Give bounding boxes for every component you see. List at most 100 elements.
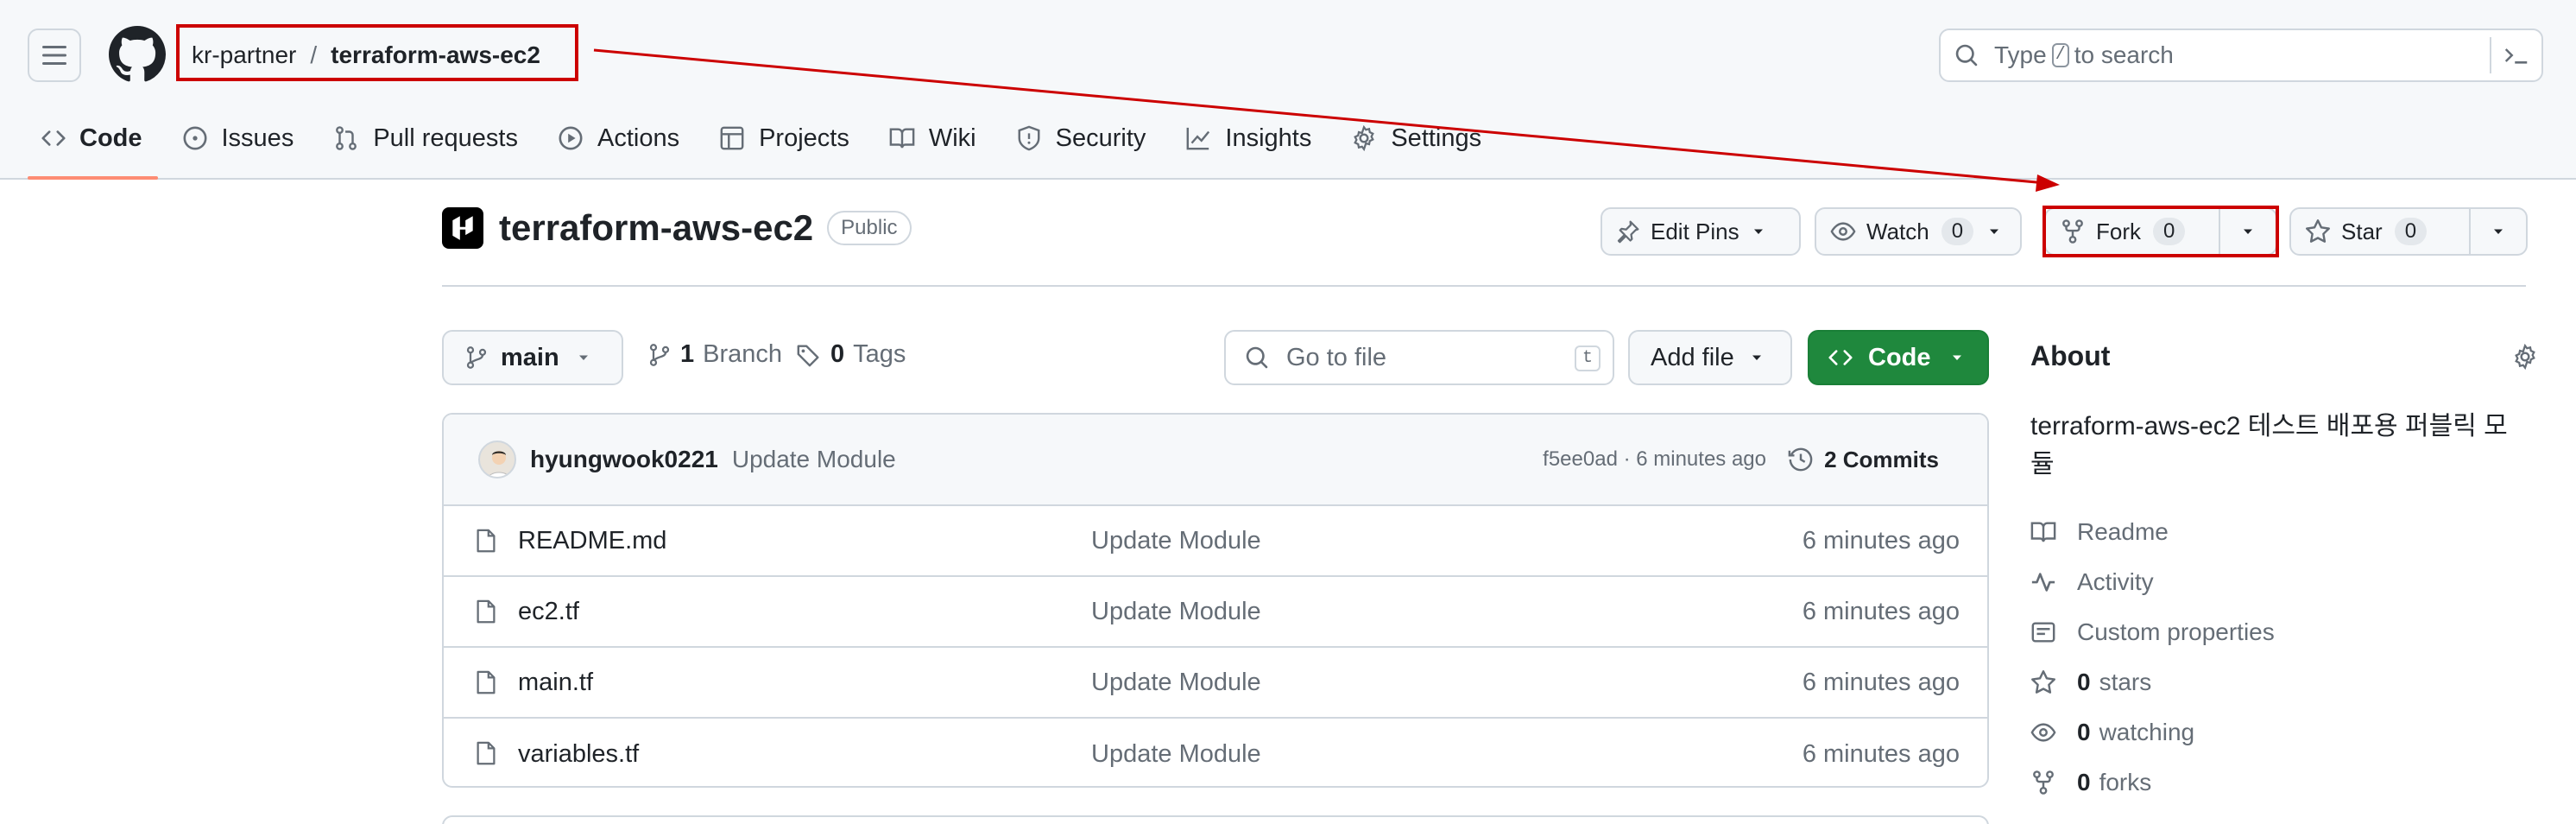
file-commit-message[interactable]: Update Module (1091, 740, 1261, 769)
commits-label: 2 Commits (1824, 446, 1939, 472)
custom-properties-link[interactable]: Custom properties (2030, 618, 2275, 646)
stars-link[interactable]: 0 stars (2030, 669, 2151, 696)
star-button[interactable]: Star 0 (2289, 207, 2528, 256)
commit-message[interactable]: Update Module (732, 446, 896, 473)
file-name[interactable]: README.md (518, 527, 666, 555)
forks-label: forks (2099, 769, 2152, 795)
note-icon (2031, 622, 2055, 643)
file-name[interactable]: variables.tf (518, 740, 639, 769)
branches-label: Branch (703, 340, 783, 368)
watch-button[interactable]: Watch 0 (1815, 207, 2022, 256)
file-row[interactable]: main.tf Update Module 6 minutes ago (444, 648, 1987, 719)
search-shortcut-key: / (2051, 43, 2069, 67)
edit-pins-button[interactable]: Edit Pins (1601, 207, 1801, 256)
readme-link[interactable]: Readme (2030, 518, 2169, 546)
repo-title[interactable]: terraform-aws-ec2 (499, 207, 813, 249)
search-icon (1955, 44, 1978, 67)
star-main[interactable]: Star 0 (2291, 209, 2469, 254)
add-file-button[interactable]: Add file (1628, 330, 1792, 385)
file-commit-message[interactable]: Update Module (1091, 598, 1261, 626)
avatar[interactable] (478, 441, 516, 479)
play-icon (559, 126, 583, 150)
branch-select-button[interactable]: main (442, 330, 623, 385)
command-palette-button[interactable] (2490, 37, 2541, 73)
file-row[interactable]: ec2.tf Update Module 6 minutes ago (444, 577, 1987, 648)
terminal-icon (2504, 48, 2528, 64)
caret-down-icon (1753, 229, 1763, 234)
activity-link[interactable]: Activity (2030, 568, 2154, 596)
tab-issues[interactable]: Issues (168, 112, 310, 164)
git-branch-icon (466, 346, 487, 369)
tab-label: Issues (221, 124, 294, 152)
go-to-file-shortcut: t (1575, 345, 1601, 371)
tab-settings[interactable]: Settings (1337, 112, 1497, 164)
tab-code[interactable]: Code (28, 112, 158, 180)
commit-hash-time[interactable]: f5ee0ad · 6 minutes ago (1543, 447, 1766, 472)
pulse-icon (2031, 573, 2055, 592)
tab-projects[interactable]: Projects (705, 112, 865, 164)
watch-count: 0 (1941, 218, 1974, 245)
menu-button[interactable] (28, 29, 81, 82)
github-logo-icon[interactable] (109, 26, 166, 83)
star-dropdown[interactable] (2469, 209, 2526, 254)
file-list: hyungwook0221 Update Module f5ee0ad · 6 … (442, 413, 1989, 788)
search-placeholder-prefix: Type (1994, 41, 2047, 68)
tab-insights[interactable]: Insights (1171, 112, 1327, 164)
stars-count: 0 (2077, 669, 2091, 695)
gear-icon (1354, 125, 1375, 151)
readme-label: Readme (2077, 518, 2169, 545)
pin-icon (1617, 220, 1639, 244)
tab-label: Pull requests (373, 124, 518, 152)
forks-count: 0 (2077, 769, 2091, 795)
file-icon (477, 529, 496, 553)
tab-label: Settings (1391, 124, 1482, 152)
graph-icon (1186, 127, 1210, 150)
tags-label: Tags (853, 340, 906, 368)
code-button-label: Code (1868, 343, 1931, 371)
tags-link[interactable]: 0 Tags (796, 340, 906, 369)
file-name[interactable]: main.tf (518, 669, 593, 697)
watching-link[interactable]: 0 watching (2030, 719, 2194, 746)
hashicorp-logo-icon (442, 207, 483, 249)
file-commit-time: 6 minutes ago (1802, 597, 1960, 625)
file-icon (477, 741, 496, 765)
tab-actions[interactable]: Actions (544, 112, 695, 164)
branches-link[interactable]: 1 Branch (647, 340, 782, 369)
eye-icon (2030, 723, 2056, 742)
tab-pull-requests[interactable]: Pull requests (319, 112, 534, 164)
file-row[interactable]: README.md Update Module 6 minutes ago (444, 506, 1987, 577)
code-button[interactable]: Code (1808, 330, 1989, 385)
file-row[interactable]: variables.tf Update Module 6 minutes ago (444, 719, 1987, 786)
tab-label: Actions (597, 124, 680, 152)
commit-author[interactable]: hyungwook0221 (530, 446, 718, 473)
tags-count: 0 (830, 340, 845, 368)
star-icon (2031, 670, 2055, 694)
about-heading: About (2030, 340, 2111, 371)
go-to-file-input[interactable]: Go to file t (1224, 330, 1614, 385)
search-placeholder-suffix: to search (2074, 41, 2174, 68)
file-commit-time: 6 minutes ago (1802, 739, 1960, 768)
tag-icon (797, 344, 819, 366)
file-name[interactable]: ec2.tf (518, 598, 579, 626)
caret-down-icon (1752, 355, 1761, 360)
table-icon (720, 126, 744, 150)
code-icon (1828, 350, 1853, 365)
repo-header: terraform-aws-ec2 Public (442, 207, 912, 249)
hamburger-icon (42, 46, 66, 65)
file-commit-message[interactable]: Update Module (1091, 669, 1261, 697)
commits-link[interactable]: 2 Commits (1788, 447, 1939, 473)
history-icon (1788, 447, 1813, 472)
global-search-input[interactable]: Type / to search (1939, 29, 2543, 82)
caret-down-icon (578, 355, 588, 360)
issue-icon (183, 126, 206, 150)
watching-label: watching (2099, 719, 2195, 745)
tab-label: Projects (759, 124, 849, 152)
caret-down-icon (2494, 229, 2503, 234)
file-commit-message[interactable]: Update Module (1091, 527, 1261, 555)
forks-link[interactable]: 0 forks (2030, 769, 2151, 796)
tab-security[interactable]: Security (1002, 112, 1162, 164)
tab-wiki[interactable]: Wiki (875, 112, 992, 164)
breadcrumb-highlight-box (176, 24, 578, 81)
stars-label: stars (2099, 669, 2152, 695)
gear-icon[interactable] (2512, 344, 2538, 370)
